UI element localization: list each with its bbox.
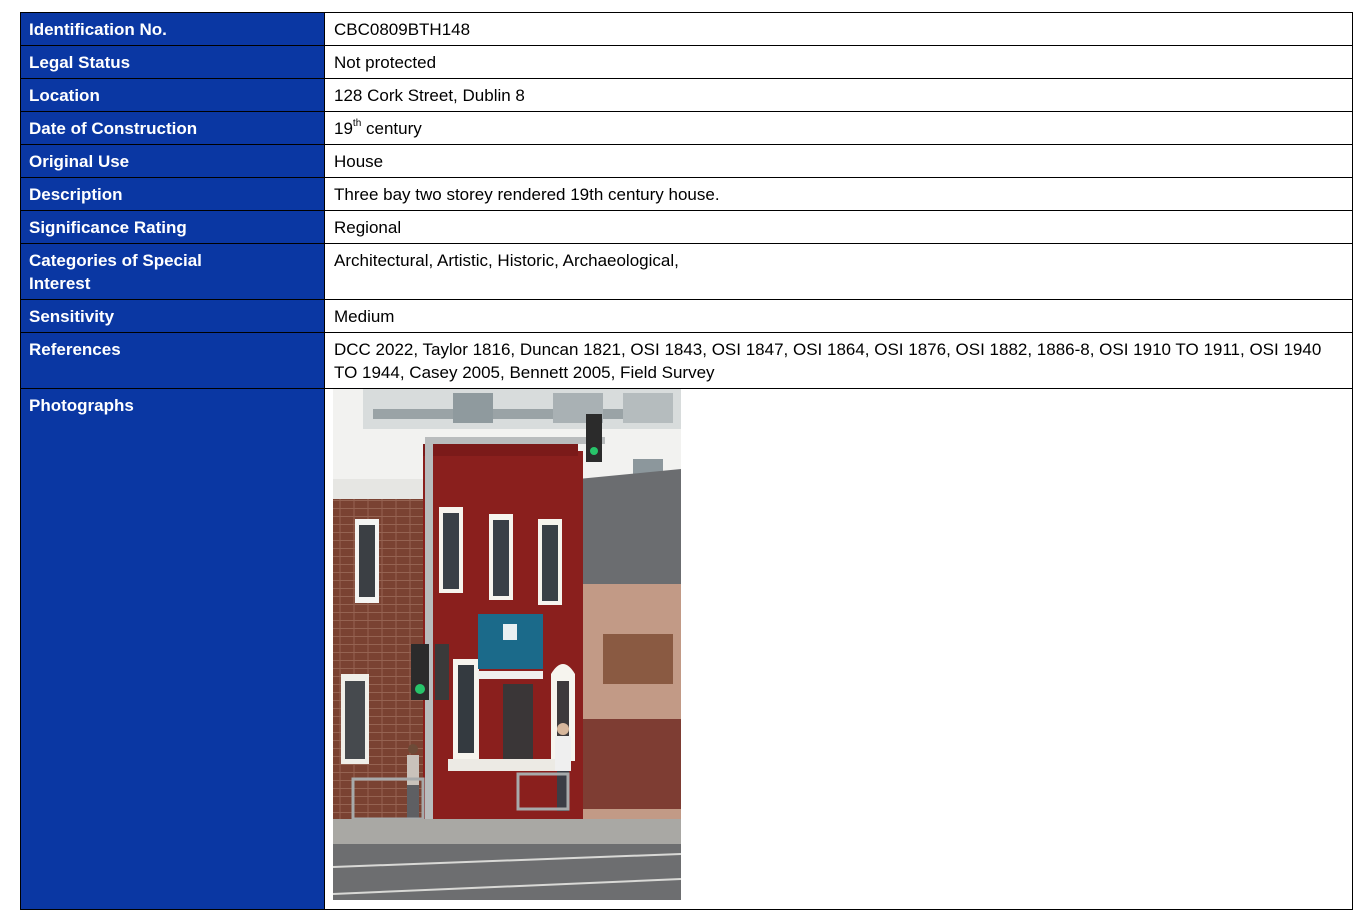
legal-status-label: Legal Status — [20, 45, 325, 79]
row-location: Location 128 Cork Street, Dublin 8 — [20, 78, 1353, 112]
sensitivity-label: Sensitivity — [20, 299, 325, 333]
row-references: References DCC 2022, Taylor 1816, Duncan… — [20, 332, 1353, 389]
description-value: Three bay two storey rendered 19th centu… — [324, 177, 1353, 211]
date-rest: century — [361, 119, 422, 138]
categories-label-text: Categories of Special Interest — [29, 251, 202, 293]
row-categories: Categories of Special Interest Architect… — [20, 243, 1353, 300]
original-use-value: House — [324, 144, 1353, 178]
row-photographs: Photographs — [20, 388, 1353, 910]
description-label: Description — [20, 177, 325, 211]
identification-no-value: CBC0809BTH148 — [324, 12, 1353, 46]
date-ordinal-suffix: th — [352, 118, 362, 130]
location-label: Location — [20, 78, 325, 112]
significance-rating-label: Significance Rating — [20, 210, 325, 244]
row-date-of-construction: Date of Construction 19th century — [20, 111, 1353, 145]
record-table: Identification No. CBC0809BTH148 Legal S… — [20, 12, 1353, 910]
row-significance-rating: Significance Rating Regional — [20, 210, 1353, 244]
row-description: Description Three bay two storey rendere… — [20, 177, 1353, 211]
row-legal-status: Legal Status Not protected — [20, 45, 1353, 79]
photographs-label: Photographs — [20, 388, 325, 910]
building-photo — [333, 389, 681, 900]
date-number: 19 — [334, 119, 353, 138]
row-identification-no: Identification No. CBC0809BTH148 — [20, 12, 1353, 46]
identification-no-label: Identification No. — [20, 12, 325, 46]
references-label: References — [20, 332, 325, 389]
references-value: DCC 2022, Taylor 1816, Duncan 1821, OSI … — [324, 332, 1353, 389]
row-sensitivity: Sensitivity Medium — [20, 299, 1353, 333]
original-use-label: Original Use — [20, 144, 325, 178]
date-of-construction-value: 19th century — [324, 111, 1353, 145]
row-original-use: Original Use House — [20, 144, 1353, 178]
legal-status-value: Not protected — [324, 45, 1353, 79]
photographs-cell — [324, 388, 1353, 910]
categories-label: Categories of Special Interest — [20, 243, 325, 300]
sensitivity-value: Medium — [324, 299, 1353, 333]
significance-rating-value: Regional — [324, 210, 1353, 244]
categories-value: Architectural, Artistic, Historic, Archa… — [324, 243, 1353, 300]
location-value: 128 Cork Street, Dublin 8 — [324, 78, 1353, 112]
date-of-construction-label: Date of Construction — [20, 111, 325, 145]
